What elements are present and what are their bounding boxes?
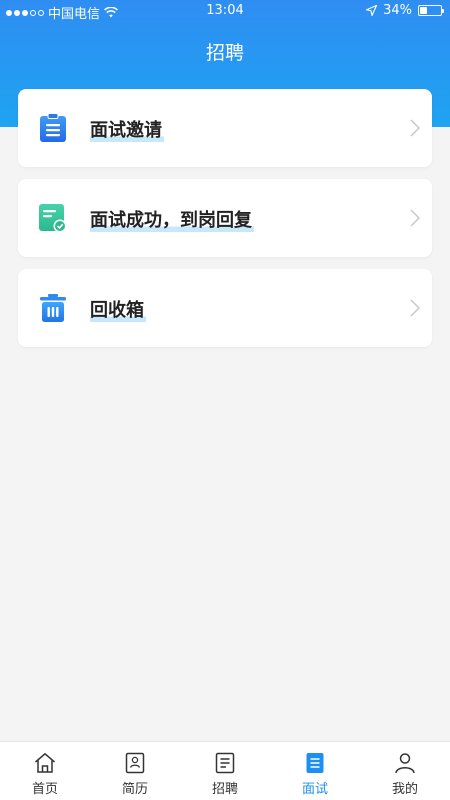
bottom-tab-bar: 首页 简历 招聘 面试 我的 — [0, 741, 450, 800]
chevron-right-icon — [410, 299, 420, 317]
trash-icon — [40, 294, 66, 322]
tab-recruit[interactable]: 招聘 — [180, 742, 270, 800]
interview-icon — [306, 753, 324, 773]
clipboard-icon — [40, 113, 66, 142]
battery-icon — [418, 5, 444, 16]
page-title: 招聘 — [205, 42, 244, 64]
tab-interview[interactable]: 面试 — [270, 742, 360, 800]
tab-resume[interactable]: 简历 — [90, 742, 180, 800]
tab-label: 我的 — [391, 782, 418, 797]
status-bar: 中国电信 13:04 34% — [0, 0, 450, 22]
tab-label: 首页 — [31, 782, 58, 797]
status-right: 34% — [366, 3, 444, 18]
resume-icon — [125, 752, 145, 774]
chevron-right-icon — [410, 209, 420, 227]
location-arrow-icon — [366, 5, 378, 16]
menu-item-label: 面试邀请 — [90, 116, 164, 142]
home-icon — [35, 753, 55, 773]
chevron-right-icon — [410, 119, 420, 137]
tab-label: 面试 — [301, 782, 328, 797]
tab-mine[interactable]: 我的 — [360, 742, 450, 800]
tab-label: 招聘 — [211, 782, 238, 797]
user-icon — [395, 753, 415, 774]
tab-label: 简历 — [121, 782, 148, 797]
battery-percent: 34% — [383, 3, 412, 18]
battery-level-fill — [420, 7, 427, 14]
tab-home[interactable]: 首页 — [0, 742, 90, 800]
recruit-icon — [215, 752, 235, 774]
menu-item-label: 回收箱 — [90, 296, 146, 322]
menu-item-label: 面试成功，到岗回复 — [90, 206, 254, 232]
document-check-icon — [39, 204, 67, 233]
menu-item-recycle-bin[interactable]: 回收箱 — [18, 269, 432, 347]
menu-item-interview-success[interactable]: 面试成功，到岗回复 — [18, 179, 432, 257]
menu-item-interview-invitation[interactable]: 面试邀请 — [18, 89, 432, 167]
